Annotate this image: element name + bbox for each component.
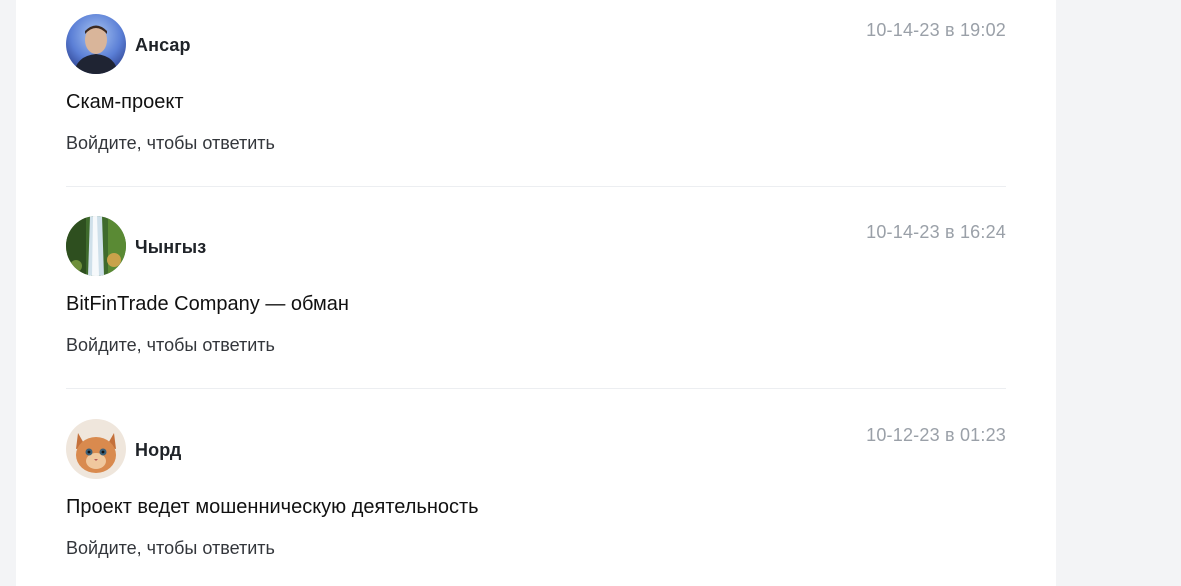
comment-author: Чынгыз <box>135 237 207 257</box>
comment-item: Ансар 10-14-23 в 19:02 Скам-проект Войди… <box>66 14 1006 174</box>
user-photo-icon <box>66 14 126 74</box>
avatar[interactable] <box>66 14 126 74</box>
waterfall-photo-icon <box>66 216 126 276</box>
comment-timestamp: 10-12-23 в 01:23 <box>866 425 1006 445</box>
comment-timestamp: 10-14-23 в 16:24 <box>866 222 1006 242</box>
comment-item: Чынгыз 10-14-23 в 16:24 BitFinTrade Comp… <box>66 216 1006 376</box>
kitten-photo-icon <box>66 419 126 479</box>
avatar[interactable] <box>66 216 126 276</box>
login-to-reply-link[interactable]: Войдите, чтобы ответить <box>66 335 275 356</box>
login-to-reply-link[interactable]: Войдите, чтобы ответить <box>66 538 275 559</box>
comment-author: Норд <box>135 440 182 460</box>
comment-text: Проект ведет мошенническую деятельность <box>66 496 479 518</box>
comment-timestamp: 10-14-23 в 19:02 <box>866 20 1006 40</box>
comment-author: Ансар <box>135 35 191 55</box>
avatar[interactable] <box>66 419 126 479</box>
login-to-reply-link[interactable]: Войдите, чтобы ответить <box>66 133 275 154</box>
comment-text: Скам-проект <box>66 91 184 113</box>
divider <box>66 186 1006 187</box>
comment-text: BitFinTrade Company — обман <box>66 293 349 315</box>
comment-item: Норд 10-12-23 в 01:23 Проект ведет мошен… <box>66 419 1006 579</box>
comments-card: Ансар 10-14-23 в 19:02 Скам-проект Войди… <box>16 0 1056 586</box>
divider <box>66 388 1006 389</box>
